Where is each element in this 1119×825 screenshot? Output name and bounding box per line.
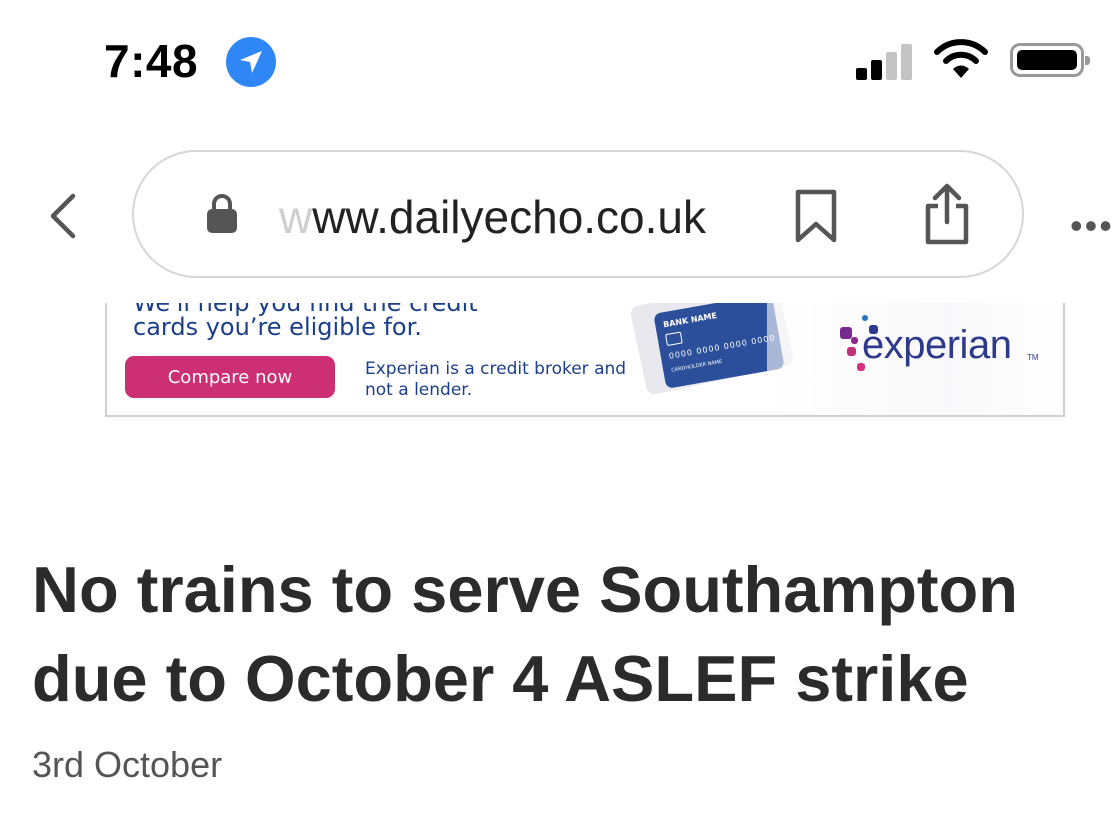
share-icon[interactable] (922, 182, 972, 246)
address-bar[interactable]: www.dailyecho.co.uk (132, 150, 1024, 278)
bookmark-icon[interactable] (794, 188, 838, 244)
url-domain: ww.dailyecho.co.uk (312, 191, 706, 243)
card-number: 0000 0000 0000 0000 (668, 333, 777, 361)
ad-banner[interactable]: We'll help you find the credit cards you… (105, 303, 1065, 417)
compare-now-button[interactable]: Compare now (125, 356, 335, 398)
battery-icon (1010, 43, 1090, 77)
status-time: 7:48 (104, 35, 199, 87)
card-holder: CARDHOLDER NAME (670, 358, 723, 374)
ad-disclaimer: Experian is a credit broker and not a le… (365, 359, 627, 400)
ad-headline: cards you’re eligible for. (133, 313, 422, 341)
lock-icon (207, 194, 237, 233)
back-button[interactable] (45, 192, 79, 245)
card-chip-icon (665, 331, 683, 347)
ellipsis-icon: ••• (1070, 205, 1114, 246)
more-button[interactable]: ••• (1070, 205, 1114, 247)
url-prefix: w (279, 191, 313, 243)
location-arrow-icon (226, 37, 276, 87)
credit-card-image: BANK NAME 0000 0000 0000 0000 CARDHOLDER… (653, 303, 785, 389)
experian-tm: TM (1027, 353, 1039, 362)
card-bank-name: BANK NAME (662, 311, 718, 330)
experian-logo: experian (862, 323, 1012, 367)
article-date: 3rd October (32, 744, 223, 785)
chevron-left-icon (50, 193, 76, 239)
url-text[interactable]: www.dailyecho.co.uk (279, 190, 706, 244)
wifi-icon (934, 38, 988, 85)
article-headline: No trains to serve Southampton due to Oc… (32, 553, 1018, 715)
cellular-signal-icon (856, 42, 916, 80)
